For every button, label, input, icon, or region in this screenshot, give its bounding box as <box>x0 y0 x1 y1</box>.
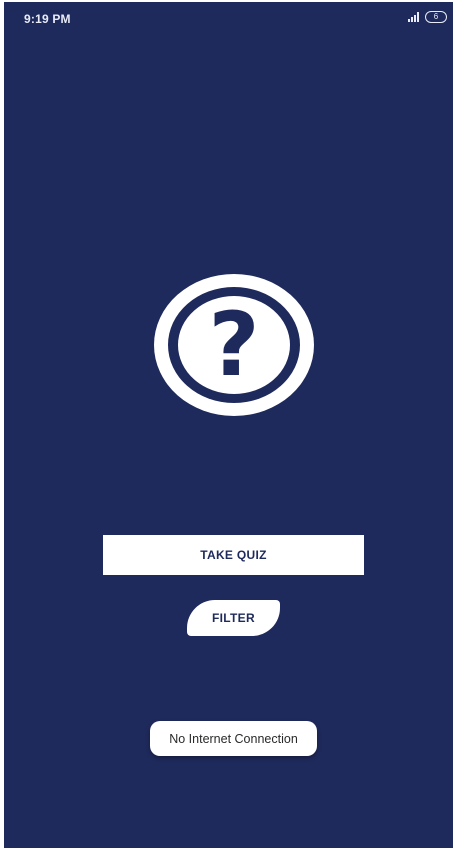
status-time: 9:19 PM <box>24 12 71 26</box>
question-mark-icon: ? <box>154 274 314 416</box>
no-internet-toast: No Internet Connection <box>150 721 317 756</box>
status-icons: 6 <box>408 11 447 23</box>
toast-message: No Internet Connection <box>169 731 298 746</box>
filter-button[interactable]: FILTER <box>187 600 280 636</box>
take-quiz-button[interactable]: TAKE QUIZ <box>103 535 364 575</box>
battery-icon: 6 <box>425 11 447 23</box>
status-bar: 9:19 PM 6 <box>4 2 453 32</box>
battery-level: 6 <box>433 12 439 21</box>
app-screen: 9:19 PM 6 ? TAKE QUIZ FILTER No Internet… <box>4 2 453 848</box>
question-mark-glyph: ? <box>208 293 259 396</box>
signal-bars-icon <box>408 12 419 22</box>
